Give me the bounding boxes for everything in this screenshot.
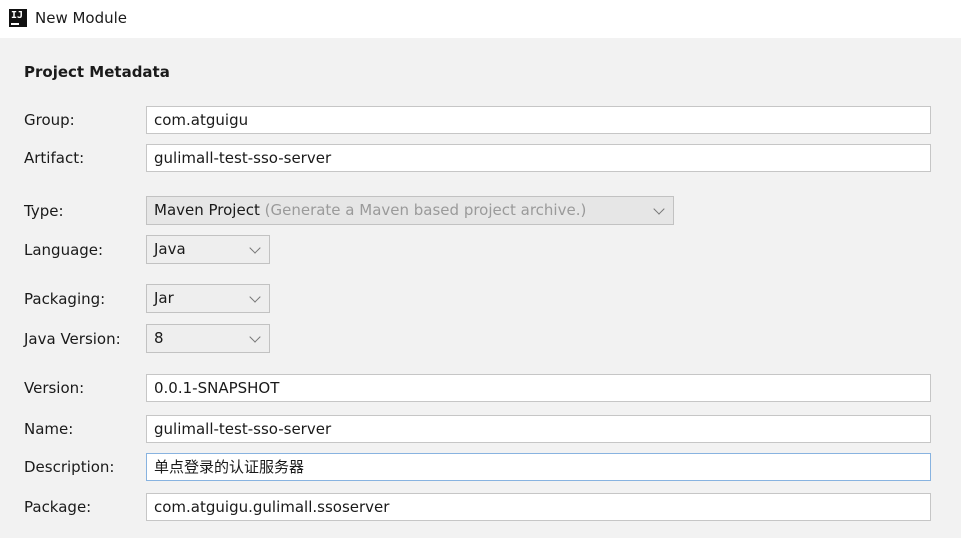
name-label: Name:	[24, 420, 74, 438]
type-dropdown[interactable]: Maven Project (Generate a Maven based pr…	[146, 196, 674, 225]
description-label: Description:	[24, 458, 115, 476]
java-version-label: Java Version:	[24, 330, 121, 348]
package-field[interactable]: com.atguigu.gulimall.ssoserver	[146, 493, 931, 521]
window-title: New Module	[35, 9, 128, 27]
artifact-field[interactable]: gulimall-test-sso-server	[146, 144, 931, 172]
type-value: Maven Project	[154, 201, 260, 219]
version-label: Version:	[24, 379, 85, 397]
type-hint: (Generate a Maven based project archive.…	[264, 201, 587, 219]
java-version-dropdown[interactable]: 8	[146, 324, 270, 353]
group-field[interactable]: com.atguigu	[146, 106, 931, 134]
packaging-label: Packaging:	[24, 290, 106, 308]
chevron-down-icon	[249, 291, 261, 303]
title-bar: IJ New Module	[0, 0, 961, 38]
version-field[interactable]: 0.0.1-SNAPSHOT	[146, 374, 931, 402]
group-label: Group:	[24, 111, 75, 129]
app-icon-bar	[11, 23, 19, 25]
description-field[interactable]: 单点登录的认证服务器	[146, 453, 931, 481]
java-version-value: 8	[154, 329, 164, 347]
artifact-label: Artifact:	[24, 149, 85, 167]
section-title: Project Metadata	[24, 63, 170, 81]
language-value: Java	[154, 240, 186, 258]
name-field[interactable]: gulimall-test-sso-server	[146, 415, 931, 443]
language-dropdown[interactable]: Java	[146, 235, 270, 264]
chevron-down-icon	[653, 203, 665, 215]
packaging-value: Jar	[154, 289, 174, 307]
chevron-down-icon	[249, 331, 261, 343]
type-label: Type:	[24, 202, 64, 220]
language-label: Language:	[24, 241, 104, 259]
app-icon-text: IJ	[11, 10, 24, 21]
packaging-dropdown[interactable]: Jar	[146, 284, 270, 313]
package-label: Package:	[24, 498, 92, 516]
chevron-down-icon	[249, 242, 261, 254]
intellij-icon: IJ	[9, 9, 27, 27]
project-metadata-panel: Project Metadata Group: com.atguigu Arti…	[0, 38, 961, 538]
